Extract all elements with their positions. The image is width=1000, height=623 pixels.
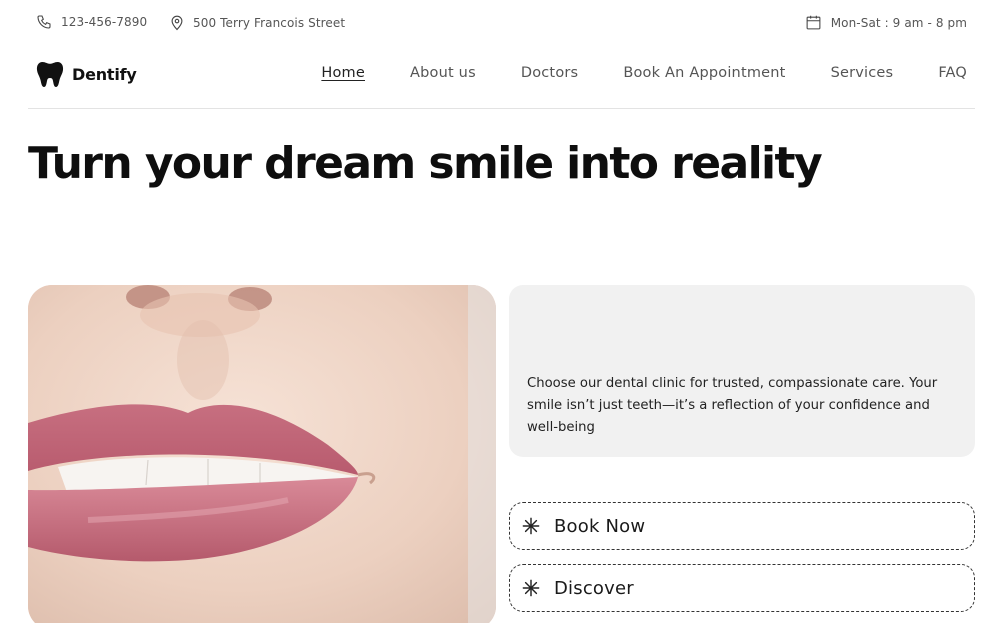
- contact-phone[interactable]: 123-456-7890: [36, 14, 147, 30]
- discover-label: Discover: [554, 577, 634, 599]
- opening-hours: Mon-Sat : 9 am - 8 pm: [805, 14, 967, 31]
- brand-name: Dentify: [72, 64, 137, 84]
- hero-smile-photo: [28, 285, 496, 623]
- phone-number: 123-456-7890: [61, 15, 148, 29]
- nav-item-home[interactable]: Home: [321, 65, 365, 81]
- intro-card: Choose our dental clinic for trusted, co…: [509, 285, 975, 457]
- tooth-icon: [36, 62, 64, 87]
- asterisk-icon: [522, 517, 540, 535]
- brand-logo[interactable]: Dentify: [35, 59, 137, 89]
- hero-title: Turn your dream smile into reality: [28, 138, 823, 189]
- calendar-icon: [806, 15, 821, 30]
- nav-item-book-appointment[interactable]: Book An Appointment: [623, 65, 785, 81]
- nav-item-about-us[interactable]: About us: [410, 65, 476, 81]
- phone-icon: [37, 15, 51, 29]
- discover-button[interactable]: Discover: [509, 564, 975, 612]
- nav-item-faq[interactable]: FAQ: [938, 65, 967, 81]
- main-navigation: Dentify Home About us Doctors Book An Ap…: [0, 52, 1000, 96]
- book-now-button[interactable]: Book Now: [509, 502, 975, 550]
- top-info-bar: 123-456-7890 500 Terry Francois Street M…: [0, 0, 1000, 46]
- location-pin-icon: [171, 15, 183, 31]
- book-now-label: Book Now: [554, 515, 646, 537]
- smile-illustration: [28, 285, 496, 623]
- contact-address: 500 Terry Francois Street: [170, 14, 345, 31]
- address-text: 500 Terry Francois Street: [193, 15, 346, 30]
- header-divider: [28, 108, 975, 109]
- hours-text: Mon-Sat : 9 am - 8 pm: [830, 15, 967, 30]
- intro-description: Choose our dental clinic for trusted, co…: [527, 376, 938, 435]
- asterisk-icon: [522, 579, 540, 597]
- nav-item-services[interactable]: Services: [831, 65, 894, 81]
- nav-item-doctors[interactable]: Doctors: [521, 65, 578, 81]
- nav-menu: Home About us Doctors Book An Appointmen…: [276, 65, 967, 81]
